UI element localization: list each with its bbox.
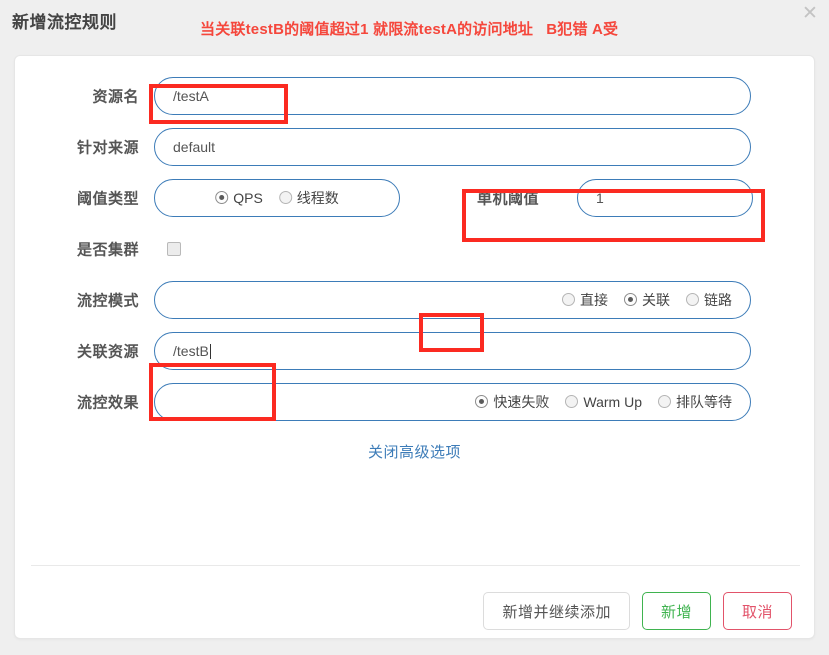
advanced-options-row: 关闭高级选项	[15, 427, 814, 483]
footer-divider	[31, 565, 800, 566]
form-row-resource-name: 资源名 /testA	[15, 70, 814, 121]
label-single-machine-threshold: 单机阈值	[477, 190, 540, 207]
dialog-footer: 新增并继续添加 新增 取消	[15, 583, 814, 639]
label-flow-mode: 流控模式	[76, 292, 139, 309]
label-origin: 针对来源	[76, 139, 139, 156]
radio-selected-icon	[475, 395, 489, 408]
label-resource-name: 资源名	[92, 88, 139, 105]
label-threshold-type: 阈值类型	[76, 190, 139, 207]
dialog-title: 新增流控规则	[12, 13, 117, 32]
resource-name-value: /testA	[173, 87, 209, 104]
radio-threshold-type-qps-label: QPS	[233, 189, 263, 206]
radio-selected-icon	[624, 293, 637, 306]
radio-flow-effect-fast-fail-label: 快速失败	[493, 393, 550, 410]
single-machine-threshold-input[interactable]: 1	[577, 178, 753, 217]
radio-selected-icon	[215, 191, 229, 204]
label-flow-effect: 流控效果	[76, 394, 139, 411]
form-row-flow-effect: 流控效果 快速失败 Warm Up 排队等待	[15, 376, 814, 427]
single-machine-threshold-value: 1	[596, 189, 604, 206]
related-resource-value-wrap: /testB	[173, 343, 211, 359]
radio-flow-mode-chain-label: 链路	[704, 291, 732, 308]
toggle-advanced-options-link[interactable]: 关闭高级选项	[368, 441, 461, 462]
threshold-type-group: QPS 线程数	[154, 178, 400, 217]
flow-rule-dialog-screen: 新增流控规则 当关联testB的阈值超过1 就限流testA的访问地址 B犯错 …	[0, 0, 829, 655]
radio-unselected-icon	[658, 395, 671, 408]
radio-flow-effect-fast-fail[interactable]: 快速失败	[475, 392, 549, 412]
related-resource-input[interactable]: /testB	[154, 331, 751, 370]
radio-unselected-icon	[278, 191, 292, 204]
dialog-header: 新增流控规则 当关联testB的阈值超过1 就限流testA的访问地址 B犯错 …	[0, 0, 829, 46]
form-row-related-resource: 关联资源 /testB	[15, 325, 814, 376]
radio-flow-effect-queue-label: 排队等待	[676, 393, 732, 410]
radio-flow-mode-direct[interactable]: 直接	[562, 290, 608, 310]
radio-flow-effect-warm-up[interactable]: Warm Up	[565, 394, 642, 410]
flow-effect-group: 快速失败 Warm Up 排队等待	[154, 382, 751, 421]
resource-name-input[interactable]: /testA	[154, 76, 751, 115]
label-is-cluster: 是否集群	[76, 241, 139, 258]
radio-threshold-type-thread[interactable]: 线程数	[278, 188, 339, 208]
threshold-type-radios: QPS 线程数	[215, 188, 339, 208]
radio-flow-effect-queue[interactable]: 排队等待	[658, 392, 732, 412]
add-button[interactable]: 新增	[641, 592, 711, 630]
form-row-threshold-type: 阈值类型 QPS 线程数 单机阈值 1	[15, 172, 814, 223]
flow-mode-radios: 直接 关联 链路	[562, 290, 732, 310]
radio-flow-mode-chain[interactable]: 链路	[686, 290, 732, 310]
radio-unselected-icon	[565, 395, 579, 408]
radio-unselected-icon	[562, 293, 575, 306]
form-body: 资源名 /testA 针对来源 default 阈值类型 QPS 线程数 单机阈…	[15, 56, 814, 483]
radio-threshold-type-thread-label: 线程数	[296, 189, 339, 206]
radio-unselected-icon	[686, 293, 699, 306]
origin-input[interactable]: default	[154, 127, 751, 166]
text-caret	[209, 343, 211, 359]
radio-flow-mode-direct-label: 直接	[580, 291, 608, 308]
annotation-note: 当关联testB的阈值超过1 就限流testA的访问地址 B犯错 A受	[200, 21, 619, 38]
flow-effect-radios: 快速失败 Warm Up 排队等待	[475, 392, 732, 412]
label-related-resource: 关联资源	[76, 343, 139, 360]
cancel-button[interactable]: 取消	[722, 592, 792, 630]
is-cluster-checkbox[interactable]	[167, 241, 181, 256]
form-row-origin: 针对来源 default	[15, 121, 814, 172]
close-icon[interactable]: ✕	[799, 2, 821, 24]
form-row-flow-mode: 流控模式 直接 关联 链路	[15, 274, 814, 325]
form-row-is-cluster: 是否集群	[15, 223, 814, 274]
origin-value: default	[173, 138, 216, 155]
radio-flow-effect-warm-up-label: Warm Up	[583, 393, 642, 410]
add-and-continue-button[interactable]: 新增并继续添加	[483, 592, 630, 630]
related-resource-value: /testB	[173, 342, 209, 359]
radio-flow-mode-related-label: 关联	[642, 291, 670, 308]
flow-mode-group: 直接 关联 链路	[154, 280, 751, 319]
radio-threshold-type-qps[interactable]: QPS	[215, 190, 263, 206]
radio-flow-mode-related[interactable]: 关联	[624, 290, 670, 310]
dialog-card: 资源名 /testA 针对来源 default 阈值类型 QPS 线程数 单机阈…	[14, 55, 815, 639]
